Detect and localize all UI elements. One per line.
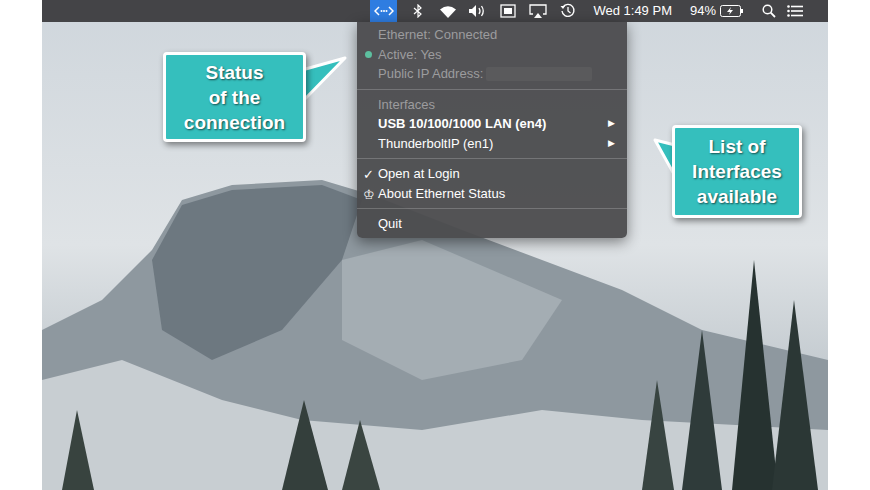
search-icon (762, 4, 776, 18)
airplay-icon (529, 4, 547, 18)
ethernet-status-item[interactable] (370, 0, 397, 22)
menu-item-label: Active: Yes (378, 45, 442, 65)
ethernet-arrows-icon (374, 5, 394, 17)
callout-text: Status (205, 60, 263, 85)
status-menu: Ethernet: ConnectedActive: YesPublic IP … (357, 22, 627, 238)
display-item[interactable] (493, 4, 523, 18)
volume-item[interactable] (463, 4, 493, 18)
callout-box: Statusof theconnection (163, 52, 306, 142)
list-icon (787, 5, 803, 17)
menu-item-label: ThunderboltIP (en1) (378, 134, 493, 154)
menu-item-label: USB 10/100/1000 LAN (en4) (378, 114, 546, 134)
menu-item-label: Quit (378, 214, 402, 234)
time-machine-icon (560, 3, 576, 19)
status-dot (365, 51, 372, 58)
battery-charging-icon (720, 5, 744, 17)
menu-item[interactable]: Quit (357, 214, 627, 234)
menu-item[interactable]: ✓Open at Login (357, 164, 627, 184)
ip-address-field (486, 67, 592, 81)
menu-separator (357, 158, 627, 159)
menu-item-label: Public IP Address: (378, 64, 483, 84)
callout-box: List ofInterfacesavailable (672, 125, 802, 218)
wifi-item[interactable] (433, 5, 463, 18)
desktop: Wed 1:49 PM 94% Ethernet: ConnectedActiv… (42, 0, 828, 490)
wifi-icon (439, 5, 457, 18)
menu-bar: Wed 1:49 PM 94% (42, 0, 828, 22)
callout: List ofInterfacesavailable (672, 125, 802, 218)
menu-item: Public IP Address: (357, 64, 627, 84)
callout-text: List of (709, 134, 766, 159)
menu-item[interactable]: ♔About Ethernet Status (357, 184, 627, 204)
submenu-arrow: ▶ (608, 137, 615, 151)
spotlight-item[interactable] (756, 4, 782, 18)
callout-text: of the (209, 85, 261, 110)
notification-center-item[interactable] (782, 5, 808, 17)
clock[interactable]: Wed 1:49 PM (593, 1, 672, 21)
checkmark: ✓ (363, 165, 374, 185)
display-icon (500, 4, 516, 18)
menu-item-label: About Ethernet Status (378, 184, 505, 204)
menu-item: Active: Yes (357, 45, 627, 65)
bluetooth-item[interactable] (403, 4, 433, 18)
menu-item-label: Interfaces (378, 95, 435, 115)
submenu-arrow: ▶ (608, 117, 615, 131)
callout-text: connection (184, 110, 285, 135)
crown-icon: ♔ (363, 185, 375, 205)
menu-item-label: Open at Login (378, 164, 460, 184)
interface-item[interactable]: ThunderboltIP (en1) ▶ (357, 134, 627, 154)
volume-icon (468, 4, 488, 18)
time-machine-item[interactable] (553, 3, 583, 19)
callout-text: Interfaces (692, 159, 782, 184)
callout-text: available (697, 184, 777, 209)
menu-separator (357, 208, 627, 209)
callout: Statusof theconnection (163, 52, 306, 142)
battery-item[interactable]: 94% (690, 1, 744, 21)
bluetooth-icon (412, 4, 424, 18)
menu-item-label: Ethernet: Connected (378, 25, 497, 45)
interface-item[interactable]: USB 10/100/1000 LAN (en4) ▶ (357, 114, 627, 134)
menu-item: Ethernet: Connected (357, 25, 627, 45)
callout-pointers (42, 0, 828, 490)
airplay-item[interactable] (523, 4, 553, 18)
menu-item: Interfaces (357, 95, 627, 115)
menu-separator (357, 89, 627, 90)
